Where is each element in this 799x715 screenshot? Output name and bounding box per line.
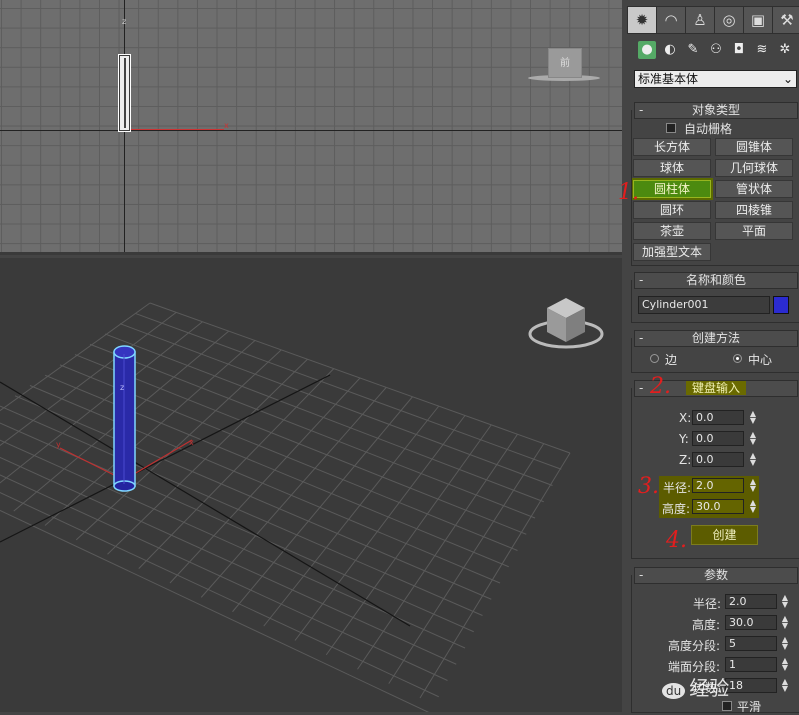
perspective-grid: x y z: [0, 298, 604, 712]
svg-text:z: z: [120, 383, 124, 392]
x-axis-label: x: [224, 121, 229, 130]
lights-icon[interactable]: ✎: [684, 41, 702, 59]
create-icon[interactable]: ✹: [627, 6, 657, 34]
baidu-paw-icon: du: [662, 683, 686, 699]
modify-icon[interactable]: ◠: [656, 6, 686, 34]
viewcube[interactable]: 前: [548, 48, 582, 78]
shapes-icon[interactable]: ◐: [661, 41, 679, 59]
z-axis-label: z: [122, 17, 127, 26]
motion-icon[interactable]: ◎: [714, 6, 744, 34]
utilities-icon[interactable]: ⚒: [772, 6, 799, 34]
object-type-dropdown[interactable]: 标准基本体 ⌄: [634, 70, 797, 88]
helpers-icon[interactable]: ◘: [730, 41, 748, 59]
x-axis-line: [124, 129, 224, 130]
systems-icon[interactable]: ✲: [776, 41, 794, 59]
viewcube[interactable]: [528, 298, 604, 349]
annotation-2: 2.: [650, 374, 671, 399]
hierarchy-icon[interactable]: ♙: [685, 6, 715, 34]
rollout-object-type: [631, 110, 799, 266]
cameras-icon[interactable]: ⚇: [707, 41, 725, 59]
display-icon[interactable]: ▣: [743, 6, 773, 34]
annotation-3: 3.: [638, 474, 659, 499]
viewport-grid: [0, 0, 622, 252]
spacewarps-icon[interactable]: ≋: [753, 41, 771, 59]
rollout-creation-method: [631, 338, 799, 373]
annotation-1: 1.: [618, 180, 639, 205]
persp-y-label: y: [56, 440, 61, 449]
rollout-name-color: [631, 280, 799, 323]
perspective-viewport[interactable]: x y z: [0, 258, 622, 712]
watermark: du 经验: [662, 672, 729, 701]
cylinder-object-top[interactable]: [118, 54, 131, 132]
cylinder-object[interactable]: z: [113, 345, 136, 492]
annotation-4: 4.: [666, 528, 687, 553]
geometry-icon[interactable]: ●: [638, 41, 656, 59]
top-viewport[interactable]: z x 前: [0, 0, 622, 255]
chevron-down-icon: ⌄: [782, 72, 793, 86]
persp-x-label: x: [189, 438, 194, 447]
world-axis-horizontal: [0, 130, 622, 131]
